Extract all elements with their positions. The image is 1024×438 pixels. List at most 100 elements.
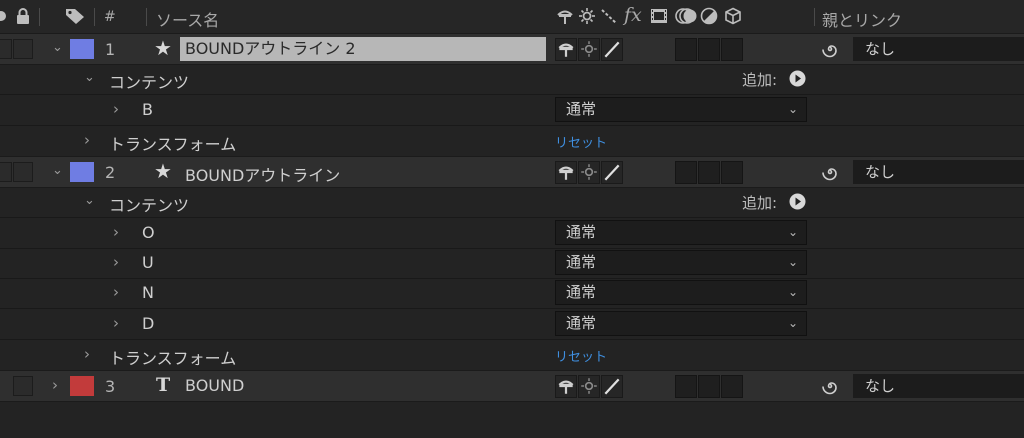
blend-mode-value: 通常 xyxy=(566,100,597,118)
frame-blend-switch[interactable] xyxy=(675,38,697,61)
group-row[interactable]: › D 通常 ⌄ xyxy=(0,309,1024,340)
chevron-right-icon[interactable]: › xyxy=(113,223,119,241)
quality-switch[interactable] xyxy=(601,375,623,398)
chevron-right-icon[interactable]: › xyxy=(113,283,119,301)
star-icon: ★ xyxy=(154,36,172,60)
collapse-switch[interactable] xyxy=(578,161,600,184)
shy-switch-icon[interactable] xyxy=(556,7,574,25)
pick-whip-icon[interactable] xyxy=(821,377,839,395)
frame-blending-icon[interactable] xyxy=(650,7,668,25)
add-label: 追加: xyxy=(742,194,778,212)
pick-whip-icon[interactable] xyxy=(821,40,839,58)
chevron-right-icon[interactable]: › xyxy=(113,314,119,332)
label-color-swatch[interactable] xyxy=(70,39,94,59)
chevron-right-icon[interactable]: › xyxy=(52,376,58,394)
group-row[interactable]: › B 通常 ⌄ xyxy=(0,95,1024,126)
contents-row[interactable]: ⌄ コンテンツ 追加: xyxy=(0,187,1024,218)
label-color-swatch[interactable] xyxy=(70,376,94,396)
parent-dropdown[interactable]: なし xyxy=(853,160,1024,184)
blend-mode-dropdown[interactable]: 通常 ⌄ xyxy=(555,97,807,122)
group-name: D xyxy=(142,314,155,333)
quality-slash-icon xyxy=(604,378,620,395)
chevron-right-icon[interactable]: › xyxy=(113,100,119,118)
text-layer-icon: T xyxy=(156,374,171,396)
frame-blend-switch[interactable] xyxy=(675,161,697,184)
3d-layer-icon[interactable] xyxy=(724,7,742,25)
collapse-switch[interactable] xyxy=(578,38,600,61)
parent-dropdown[interactable]: なし xyxy=(853,374,1024,398)
visibility-toggle[interactable] xyxy=(0,162,12,182)
3d-layer-switch[interactable] xyxy=(721,161,743,184)
3d-layer-switch[interactable] xyxy=(721,375,743,398)
frame-blend-switch[interactable] xyxy=(675,375,697,398)
motion-blur-switch[interactable] xyxy=(698,161,720,184)
quality-switch[interactable] xyxy=(601,161,623,184)
3d-layer-switch[interactable] xyxy=(721,38,743,61)
parent-link-header: 親とリンク xyxy=(822,11,903,30)
label-tag-icon[interactable] xyxy=(64,7,86,25)
chevron-down-icon[interactable]: ⌄ xyxy=(84,193,95,208)
group-name: O xyxy=(142,223,155,242)
collapse-switch-icon[interactable] xyxy=(578,7,596,25)
layer-row[interactable]: ⌄ 2 ★ BOUNDアウトライン なし xyxy=(0,156,1024,188)
reset-link[interactable]: リセット xyxy=(555,132,607,151)
blend-mode-dropdown[interactable]: 通常 ⌄ xyxy=(555,311,807,336)
motion-blur-switch[interactable] xyxy=(698,375,720,398)
shy-switch[interactable] xyxy=(555,161,577,184)
layer-number-header: # xyxy=(104,9,116,25)
effects-switch-label[interactable]: fx xyxy=(624,4,642,26)
group-row[interactable]: › N 通常 ⌄ xyxy=(0,278,1024,309)
contents-label: コンテンツ xyxy=(109,196,190,215)
quality-switch[interactable] xyxy=(601,38,623,61)
layer-name-selected[interactable]: BOUNDアウトライン 2 xyxy=(180,37,546,61)
group-row[interactable]: › U 通常 ⌄ xyxy=(0,248,1024,279)
chevron-down-icon: ⌄ xyxy=(787,316,798,330)
chevron-down-icon[interactable]: ⌄ xyxy=(52,163,63,178)
add-play-icon[interactable] xyxy=(789,70,806,87)
layer-row[interactable]: › 3 T BOUND なし xyxy=(0,370,1024,402)
label-color-swatch[interactable] xyxy=(70,162,94,182)
quality-switch-icon[interactable] xyxy=(600,7,618,25)
blend-mode-dropdown[interactable]: 通常 ⌄ xyxy=(555,250,807,275)
collapse-switch[interactable] xyxy=(578,375,600,398)
group-name: N xyxy=(142,283,154,302)
lock-toggle[interactable] xyxy=(13,39,33,59)
layer-row[interactable]: ⌄ 1 ★ BOUNDアウトライン 2 なし xyxy=(0,33,1024,65)
chevron-down-icon[interactable]: ⌄ xyxy=(84,70,95,85)
audio-column-icon xyxy=(0,11,6,21)
transform-label: トランスフォーム xyxy=(109,349,237,368)
chevron-right-icon[interactable]: › xyxy=(84,345,90,363)
layer-name[interactable]: BOUNDアウトライン xyxy=(185,162,340,186)
blend-mode-dropdown[interactable]: 通常 ⌄ xyxy=(555,280,807,305)
chevron-right-icon[interactable]: › xyxy=(84,131,90,149)
add-play-icon[interactable] xyxy=(789,193,806,210)
quality-slash-icon xyxy=(604,41,620,58)
contents-label: コンテンツ xyxy=(109,73,190,92)
motion-blur-icon[interactable] xyxy=(674,7,698,25)
collapse-switch-icon xyxy=(581,41,597,57)
adjustment-layer-icon[interactable] xyxy=(700,7,718,25)
lock-column-icon[interactable] xyxy=(14,7,32,25)
parent-dropdown[interactable]: なし xyxy=(853,37,1024,61)
transform-row[interactable]: › トランスフォーム リセット xyxy=(0,340,1024,370)
lock-toggle[interactable] xyxy=(13,376,33,396)
layer-name[interactable]: BOUND xyxy=(185,376,244,395)
group-row[interactable]: › O 通常 ⌄ xyxy=(0,218,1024,249)
motion-blur-switch[interactable] xyxy=(698,38,720,61)
chevron-down-icon[interactable]: ⌄ xyxy=(52,40,63,55)
group-name: U xyxy=(142,253,154,272)
shy-switch[interactable] xyxy=(555,38,577,61)
add-label: 追加: xyxy=(742,71,778,89)
source-name-header[interactable]: ソース名 xyxy=(156,7,219,31)
shy-switch[interactable] xyxy=(555,375,577,398)
contents-row[interactable]: ⌄ コンテンツ 追加: xyxy=(0,64,1024,95)
chevron-right-icon[interactable]: › xyxy=(113,253,119,271)
lock-toggle[interactable] xyxy=(13,162,33,182)
transform-row[interactable]: › トランスフォーム リセット xyxy=(0,126,1024,156)
pick-whip-icon[interactable] xyxy=(821,163,839,181)
group-name: B xyxy=(142,100,153,119)
reset-link[interactable]: リセット xyxy=(555,346,607,365)
shy-switch-icon xyxy=(558,43,574,57)
blend-mode-dropdown[interactable]: 通常 ⌄ xyxy=(555,220,807,245)
visibility-toggle[interactable] xyxy=(0,39,12,59)
